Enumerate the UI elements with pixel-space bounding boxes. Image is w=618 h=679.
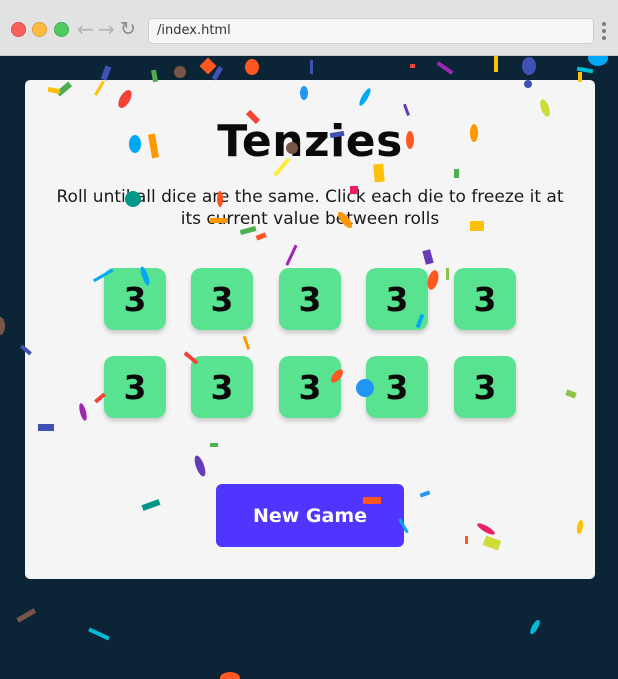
minimize-window-button[interactable] — [32, 22, 47, 37]
die[interactable]: 3 — [366, 356, 428, 418]
reload-icon[interactable]: ↻ — [120, 17, 136, 41]
back-arrow-icon[interactable]: ← — [77, 17, 94, 41]
die[interactable]: 3 — [104, 356, 166, 418]
new-game-button[interactable]: New Game — [216, 484, 404, 547]
game-title: Tenzies — [217, 116, 403, 167]
die[interactable]: 3 — [191, 268, 253, 330]
maximize-window-button[interactable] — [54, 22, 69, 37]
menu-dots-icon[interactable] — [602, 22, 606, 40]
browser-chrome: ← → ↻ /index.html — [0, 0, 618, 56]
die[interactable]: 3 — [191, 356, 253, 418]
die[interactable]: 3 — [279, 268, 341, 330]
die[interactable]: 3 — [366, 268, 428, 330]
die[interactable]: 3 — [279, 356, 341, 418]
page-viewport: Tenzies Roll until all dice are the same… — [0, 56, 618, 679]
close-window-button[interactable] — [11, 22, 26, 37]
die[interactable]: 3 — [454, 268, 516, 330]
forward-arrow-icon[interactable]: → — [98, 17, 115, 41]
game-instructions: Roll until all dice are the same. Click … — [56, 187, 564, 229]
die[interactable]: 3 — [104, 268, 166, 330]
address-bar[interactable]: /index.html — [148, 18, 594, 44]
game-card: Tenzies Roll until all dice are the same… — [25, 80, 595, 579]
dice-grid: 3 3 3 3 3 3 3 3 3 3 — [104, 268, 516, 418]
address-bar-url: /index.html — [157, 23, 231, 38]
die[interactable]: 3 — [454, 356, 516, 418]
